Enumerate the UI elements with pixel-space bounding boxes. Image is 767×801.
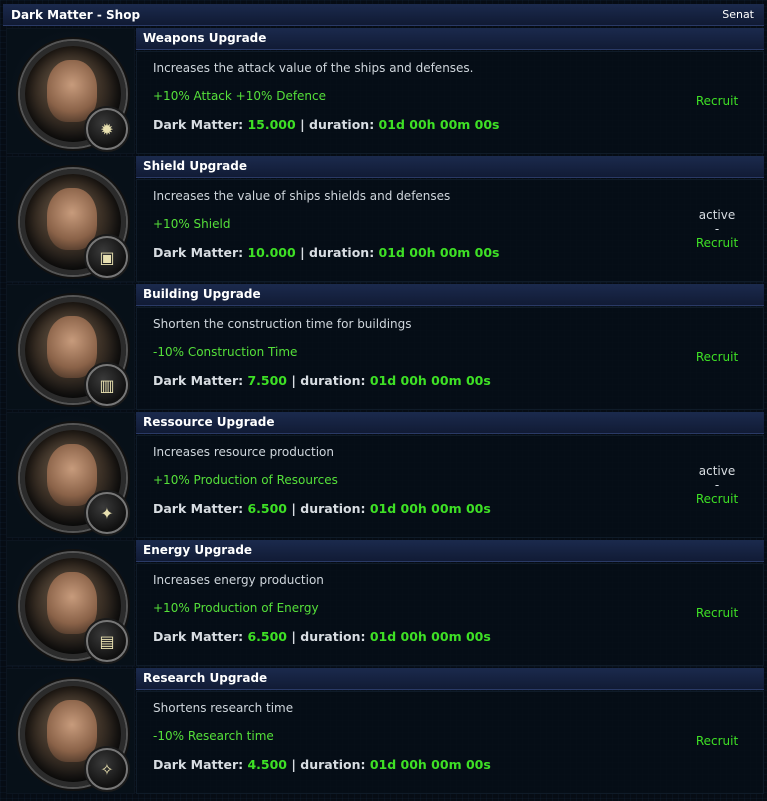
upgrade-title: Ressource Upgrade	[136, 412, 764, 434]
active-status: active	[698, 208, 736, 222]
duration-value: 01d 00h 00m 00s	[378, 245, 500, 260]
upgrade-action: Recruit	[687, 734, 747, 748]
officer-portrait: ▥	[6, 284, 135, 410]
upgrade-title: Energy Upgrade	[136, 540, 764, 562]
duration-value: 01d 00h 00m 00s	[369, 629, 491, 644]
upgrade-bonus: -10% Research time	[153, 729, 274, 743]
recruit-link[interactable]: Recruit	[687, 94, 747, 108]
upgrade-content: Shorten the construction time for buildi…	[136, 307, 764, 410]
officer-face	[47, 60, 97, 122]
cost-value: 6.500	[247, 501, 288, 516]
upgrade-item: ✦ Ressource Upgrade Increases resource p…	[3, 412, 764, 538]
upgrade-action: Recruit	[687, 94, 747, 108]
duration-label: | duration:	[300, 117, 375, 132]
star-badge-icon: ✹	[86, 108, 128, 150]
duration-label: | duration:	[291, 629, 366, 644]
officer-portrait: ▤	[6, 540, 135, 666]
cost-value: 7.500	[247, 373, 288, 388]
upgrade-cost-line: Dark Matter: 10.000 | duration: 01d 00h …	[153, 245, 500, 260]
upgrade-action: active - Recruit	[687, 464, 747, 506]
upgrade-content: Increases the attack value of the ships …	[136, 51, 764, 154]
upgrade-content: Increases the value of ships shields and…	[136, 179, 764, 282]
upgrade-bonus: +10% Attack +10% Defence	[153, 89, 327, 103]
upgrade-content: Shortens research time -10% Research tim…	[136, 691, 764, 794]
cost-label: Dark Matter:	[153, 501, 244, 516]
upgrade-content: Increases energy production +10% Product…	[136, 563, 764, 666]
duration-value: 01d 00h 00m 00s	[378, 117, 500, 132]
duration-label: | duration:	[291, 373, 366, 388]
upgrade-bonus: +10% Shield	[153, 217, 231, 231]
upgrade-item: ✧ Research Upgrade Shortens research tim…	[3, 668, 764, 794]
cost-value: 4.500	[247, 757, 288, 772]
active-status: active	[698, 464, 736, 478]
upgrade-description: Increases resource production	[153, 445, 335, 459]
duration-label: | duration:	[300, 245, 375, 260]
upgrade-action: Recruit	[687, 606, 747, 620]
energy-badge-icon: ▤	[86, 620, 128, 662]
upgrade-item: ▣ Shield Upgrade Increases the value of …	[3, 156, 764, 282]
recruit-link[interactable]: Recruit	[687, 350, 747, 364]
page-title: Dark Matter - Shop	[11, 7, 141, 22]
shield-badge-icon: ▣	[86, 236, 128, 278]
cost-value: 10.000	[247, 245, 296, 260]
upgrade-title: Weapons Upgrade	[136, 28, 764, 50]
recruit-link[interactable]: Recruit	[687, 734, 747, 748]
building-badge-icon: ▥	[86, 364, 128, 406]
upgrade-cost-line: Dark Matter: 4.500 | duration: 01d 00h 0…	[153, 757, 491, 772]
upgrade-item: ✹ Weapons Upgrade Increases the attack v…	[3, 28, 764, 154]
officer-portrait: ▣	[6, 156, 135, 282]
upgrade-action: active - Recruit	[687, 208, 747, 250]
officer-portrait: ✧	[6, 668, 135, 794]
upgrade-title: Building Upgrade	[136, 284, 764, 306]
officer-portrait: ✹	[6, 28, 135, 154]
duration-label: | duration:	[291, 501, 366, 516]
recruit-link[interactable]: Recruit	[687, 606, 747, 620]
upgrade-title: Shield Upgrade	[136, 156, 764, 178]
upgrade-description: Shorten the construction time for buildi…	[153, 317, 412, 331]
duration-value: 01d 00h 00m 00s	[369, 501, 491, 516]
upgrade-description: Increases the value of ships shields and…	[153, 189, 451, 203]
upgrade-action: Recruit	[687, 350, 747, 364]
cost-value: 15.000	[247, 117, 296, 132]
officer-face	[47, 316, 97, 378]
upgrade-cost-line: Dark Matter: 6.500 | duration: 01d 00h 0…	[153, 501, 491, 516]
recruit-link[interactable]: Recruit	[687, 236, 747, 250]
officer-face	[47, 572, 97, 634]
cost-label: Dark Matter:	[153, 373, 244, 388]
upgrade-item: ▤ Energy Upgrade Increases energy produc…	[3, 540, 764, 666]
duration-value: 01d 00h 00m 00s	[369, 373, 491, 388]
officer-face	[47, 188, 97, 250]
officer-face	[47, 444, 97, 506]
upgrade-cost-line: Dark Matter: 7.500 | duration: 01d 00h 0…	[153, 373, 491, 388]
upgrade-bonus: -10% Construction Time	[153, 345, 298, 359]
upgrade-content: Increases resource production +10% Produ…	[136, 435, 764, 538]
status-separator: -	[714, 222, 720, 236]
upgrade-description: Increases the attack value of the ships …	[153, 61, 474, 75]
upgrade-cost-line: Dark Matter: 6.500 | duration: 01d 00h 0…	[153, 629, 491, 644]
research-badge-icon: ✧	[86, 748, 128, 790]
shop-header: Dark Matter - Shop Senat	[3, 4, 764, 26]
cost-label: Dark Matter:	[153, 629, 244, 644]
recruit-link[interactable]: Recruit	[687, 492, 747, 506]
cost-label: Dark Matter:	[153, 757, 244, 772]
cost-value: 6.500	[247, 629, 288, 644]
upgrade-description: Increases energy production	[153, 573, 324, 587]
upgrade-cost-line: Dark Matter: 15.000 | duration: 01d 00h …	[153, 117, 500, 132]
status-separator: -	[714, 478, 720, 492]
officer-face	[47, 700, 97, 762]
cost-label: Dark Matter:	[153, 117, 244, 132]
officer-portrait: ✦	[6, 412, 135, 538]
duration-value: 01d 00h 00m 00s	[369, 757, 491, 772]
upgrade-title: Research Upgrade	[136, 668, 764, 690]
header-right-label: Senat	[722, 8, 754, 21]
resource-badge-icon: ✦	[86, 492, 128, 534]
upgrade-bonus: +10% Production of Energy	[153, 601, 319, 615]
duration-label: | duration:	[291, 757, 366, 772]
upgrade-description: Shortens research time	[153, 701, 294, 715]
cost-label: Dark Matter:	[153, 245, 244, 260]
upgrade-item: ▥ Building Upgrade Shorten the construct…	[3, 284, 764, 410]
upgrade-bonus: +10% Production of Resources	[153, 473, 338, 487]
